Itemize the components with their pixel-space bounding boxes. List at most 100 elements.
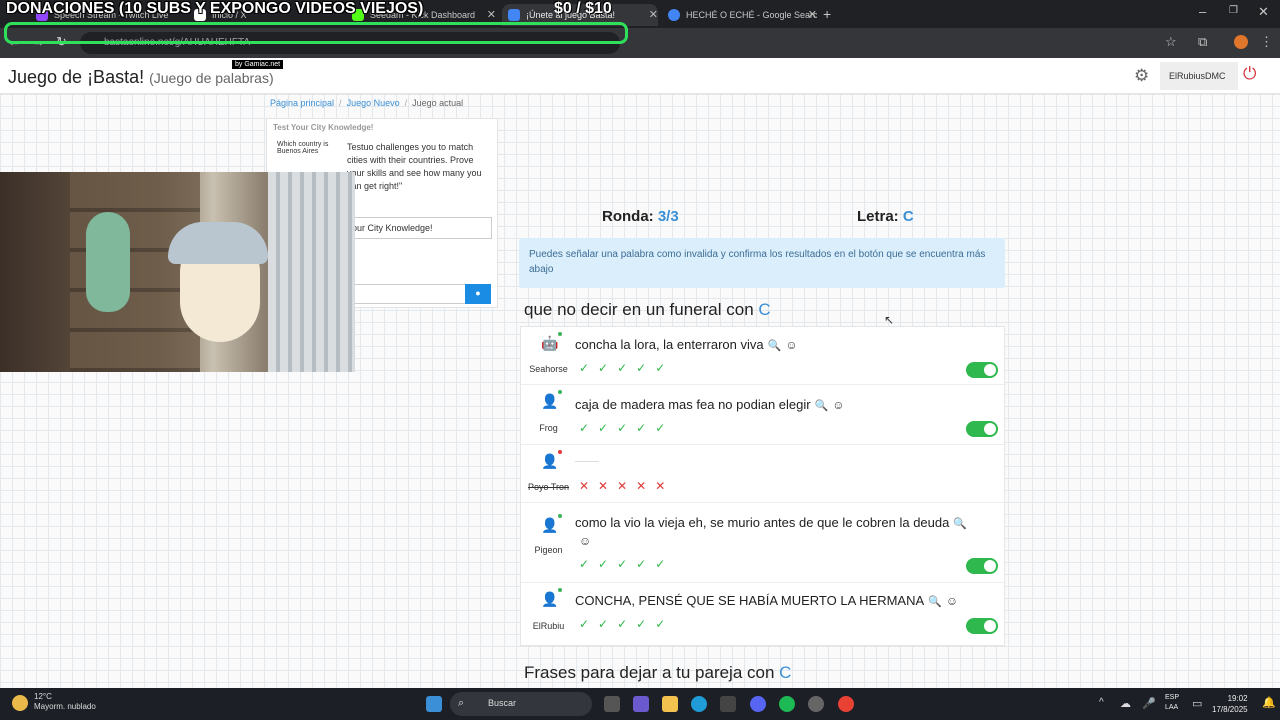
user-button[interactable]: ElRubiusDMC xyxy=(1160,62,1238,90)
notifications-icon[interactable]: 🔔 xyxy=(1262,696,1276,709)
online-dot xyxy=(558,390,562,394)
vote-checks: ✓✓✓✓✓ xyxy=(579,421,675,435)
valid-toggle[interactable] xyxy=(966,558,998,574)
tab-google[interactable]: HECHÉ O ECHÉ - Google Search ✕ xyxy=(662,4,817,26)
curtain xyxy=(268,172,355,372)
search-icon: ⌕ xyxy=(458,697,465,709)
copilot-icon[interactable] xyxy=(633,696,649,712)
microphone-icon[interactable]: 🎤 xyxy=(1142,697,1156,710)
extensions-icon[interactable]: ⧉ xyxy=(1198,34,1207,50)
chrome-icon[interactable] xyxy=(838,696,854,712)
category-title: que no decir en un funeral con C xyxy=(524,300,771,319)
streamer-cap xyxy=(168,222,268,264)
ad-body: Testuo challenges you to match cities wi… xyxy=(347,142,482,192)
gear-icon[interactable]: ⚙ xyxy=(1134,66,1149,86)
edge-icon[interactable] xyxy=(691,696,707,712)
answer-row: 👤 Pigeon como la vio la vieja eh, se mur… xyxy=(521,503,1006,583)
ad-title: Test Your City Knowledge! xyxy=(273,123,374,132)
answers-card: 🤖 Seahorse concha la lora, la enterraron… xyxy=(520,326,1006,646)
search-icon[interactable]: 🔍 xyxy=(953,518,967,530)
emoji-react-icon[interactable]: ☺ xyxy=(946,594,958,608)
webcam-overlay xyxy=(0,172,355,372)
close-icon[interactable]: ✕ xyxy=(808,8,817,21)
search-icon[interactable]: 🔍 xyxy=(768,340,782,352)
power-icon[interactable]: ⏻ xyxy=(1243,64,1256,84)
valid-toggle[interactable] xyxy=(966,421,998,437)
task-view-icon[interactable] xyxy=(604,696,620,712)
ad-chat-input[interactable] xyxy=(351,284,466,304)
menu-dots-icon[interactable]: ⋮ xyxy=(1260,34,1273,50)
spotify-icon[interactable] xyxy=(779,696,795,712)
page-content: Juego de ¡Basta! (Juego de palabras) by … xyxy=(0,58,1280,688)
discord-icon[interactable] xyxy=(750,696,766,712)
answer-text: como la vio la vieja eh, se murio antes … xyxy=(575,515,968,530)
new-tab-icon[interactable]: + xyxy=(823,6,831,22)
maximize-icon[interactable]: ❐ xyxy=(1229,5,1238,16)
google-icon xyxy=(668,9,680,21)
stream-overlay-title: DONACIONES (10 SUBS Y EXPONGO VIDEOS VIE… xyxy=(6,0,424,17)
user-avatar-icon: 👤 xyxy=(541,517,559,533)
valid-toggle[interactable] xyxy=(966,618,998,634)
empty-answer xyxy=(575,461,599,462)
mouse-cursor-icon: ↖ xyxy=(884,313,895,327)
windows-start-icon[interactable] xyxy=(426,696,442,712)
close-icon[interactable]: ✕ xyxy=(649,8,658,21)
player-name: ElRubiu xyxy=(532,621,565,631)
emoji-react-icon[interactable]: ☺ xyxy=(579,534,591,548)
folder-icon[interactable] xyxy=(662,696,678,712)
weather-icon[interactable] xyxy=(12,695,28,711)
valid-toggle[interactable] xyxy=(966,362,998,378)
windows-taskbar: 12°C Mayorm. nublado Buscar ⌕ ^ ☁ 🎤 ESP LA… xyxy=(0,688,1280,720)
search-icon[interactable]: 🔍 xyxy=(928,596,942,608)
language-indicator[interactable]: ESP LAA xyxy=(1165,693,1179,713)
answer-row: 👤 Poyo Tron ✕✕✕✕✕ xyxy=(521,445,1006,503)
breadcrumb-new-game[interactable]: Juego Nuevo xyxy=(347,98,400,108)
user-avatar-icon: 👤 xyxy=(541,393,559,409)
globe-icon xyxy=(508,9,520,21)
robot-avatar-icon: 🤖 xyxy=(541,335,559,351)
profile-avatar[interactable] xyxy=(1234,35,1248,49)
vote-checks: ✓✓✓✓✓ xyxy=(579,557,675,571)
weather-widget[interactable]: 12°C Mayorm. nublado xyxy=(34,692,96,712)
answer-text: concha la lora, la enterraron viva 🔍 ☺ xyxy=(575,337,798,352)
send-icon[interactable]: ● xyxy=(465,284,491,304)
online-dot xyxy=(558,332,562,336)
close-icon[interactable]: ✕ xyxy=(487,8,496,21)
answer-text: caja de madera mas fea no podian elegir 🔍… xyxy=(575,397,845,412)
answer-row: 👤 Frog caja de madera mas fea no podian … xyxy=(521,385,1006,445)
player-name: Seahorse xyxy=(529,364,568,374)
site-brand[interactable]: Juego de ¡Basta! (Juego de palabras) xyxy=(8,67,274,88)
emoji-react-icon[interactable]: ☺ xyxy=(785,338,797,352)
info-alert: Puedes señalar una palabra como invalida… xyxy=(519,238,1005,288)
category-title: Frases para dejar a tu pareja con C xyxy=(524,663,792,682)
stream-overlay-goal: $0 / $10 xyxy=(554,0,612,17)
ad-cta-button[interactable]: our City Knowledge! xyxy=(347,217,492,239)
bookmark-star-icon[interactable]: ☆ xyxy=(1165,34,1177,50)
answer-row: 👤 ElRubiu CONCHA, PENSÉ QUE SE HABÍA MUE… xyxy=(521,583,1006,645)
vote-checks: ✓✓✓✓✓ xyxy=(579,361,675,375)
guitar xyxy=(86,212,130,312)
online-dot xyxy=(558,588,562,592)
answer-row: 🤖 Seahorse concha la lora, la enterraron… xyxy=(521,327,1006,385)
letter-indicator: Letra: C xyxy=(857,208,914,225)
network-icon[interactable]: ▭ xyxy=(1192,697,1202,710)
store-icon[interactable] xyxy=(720,696,736,712)
minimize-icon[interactable]: – xyxy=(1199,4,1206,19)
emoji-react-icon[interactable]: ☺ xyxy=(832,398,844,412)
answer-text: CONCHA, PENSÉ QUE SE HABÍA MUERTO LA HER… xyxy=(575,593,959,608)
breadcrumb-home[interactable]: Página principal xyxy=(270,98,334,108)
obs-icon[interactable] xyxy=(808,696,824,712)
clock[interactable]: 19:02 17/8/2025 xyxy=(1212,693,1248,715)
user-avatar-icon: 👤 xyxy=(541,591,559,607)
cloud-icon[interactable]: ☁ xyxy=(1120,697,1131,710)
search-icon[interactable]: 🔍 xyxy=(815,400,829,412)
window-close-icon[interactable]: ✕ xyxy=(1258,4,1269,20)
taskbar-search[interactable]: Buscar xyxy=(450,692,592,716)
player-name: Pigeon xyxy=(534,545,563,555)
chevron-up-icon[interactable]: ^ xyxy=(1099,697,1104,708)
player-name: Poyo Tron xyxy=(527,482,570,492)
round-indicator: Ronda: 3/3 xyxy=(602,208,679,225)
offline-dot xyxy=(558,450,562,454)
player-name: Frog xyxy=(539,423,558,433)
breadcrumb: Página principal / Juego Nuevo / Juego actua… xyxy=(270,98,464,108)
